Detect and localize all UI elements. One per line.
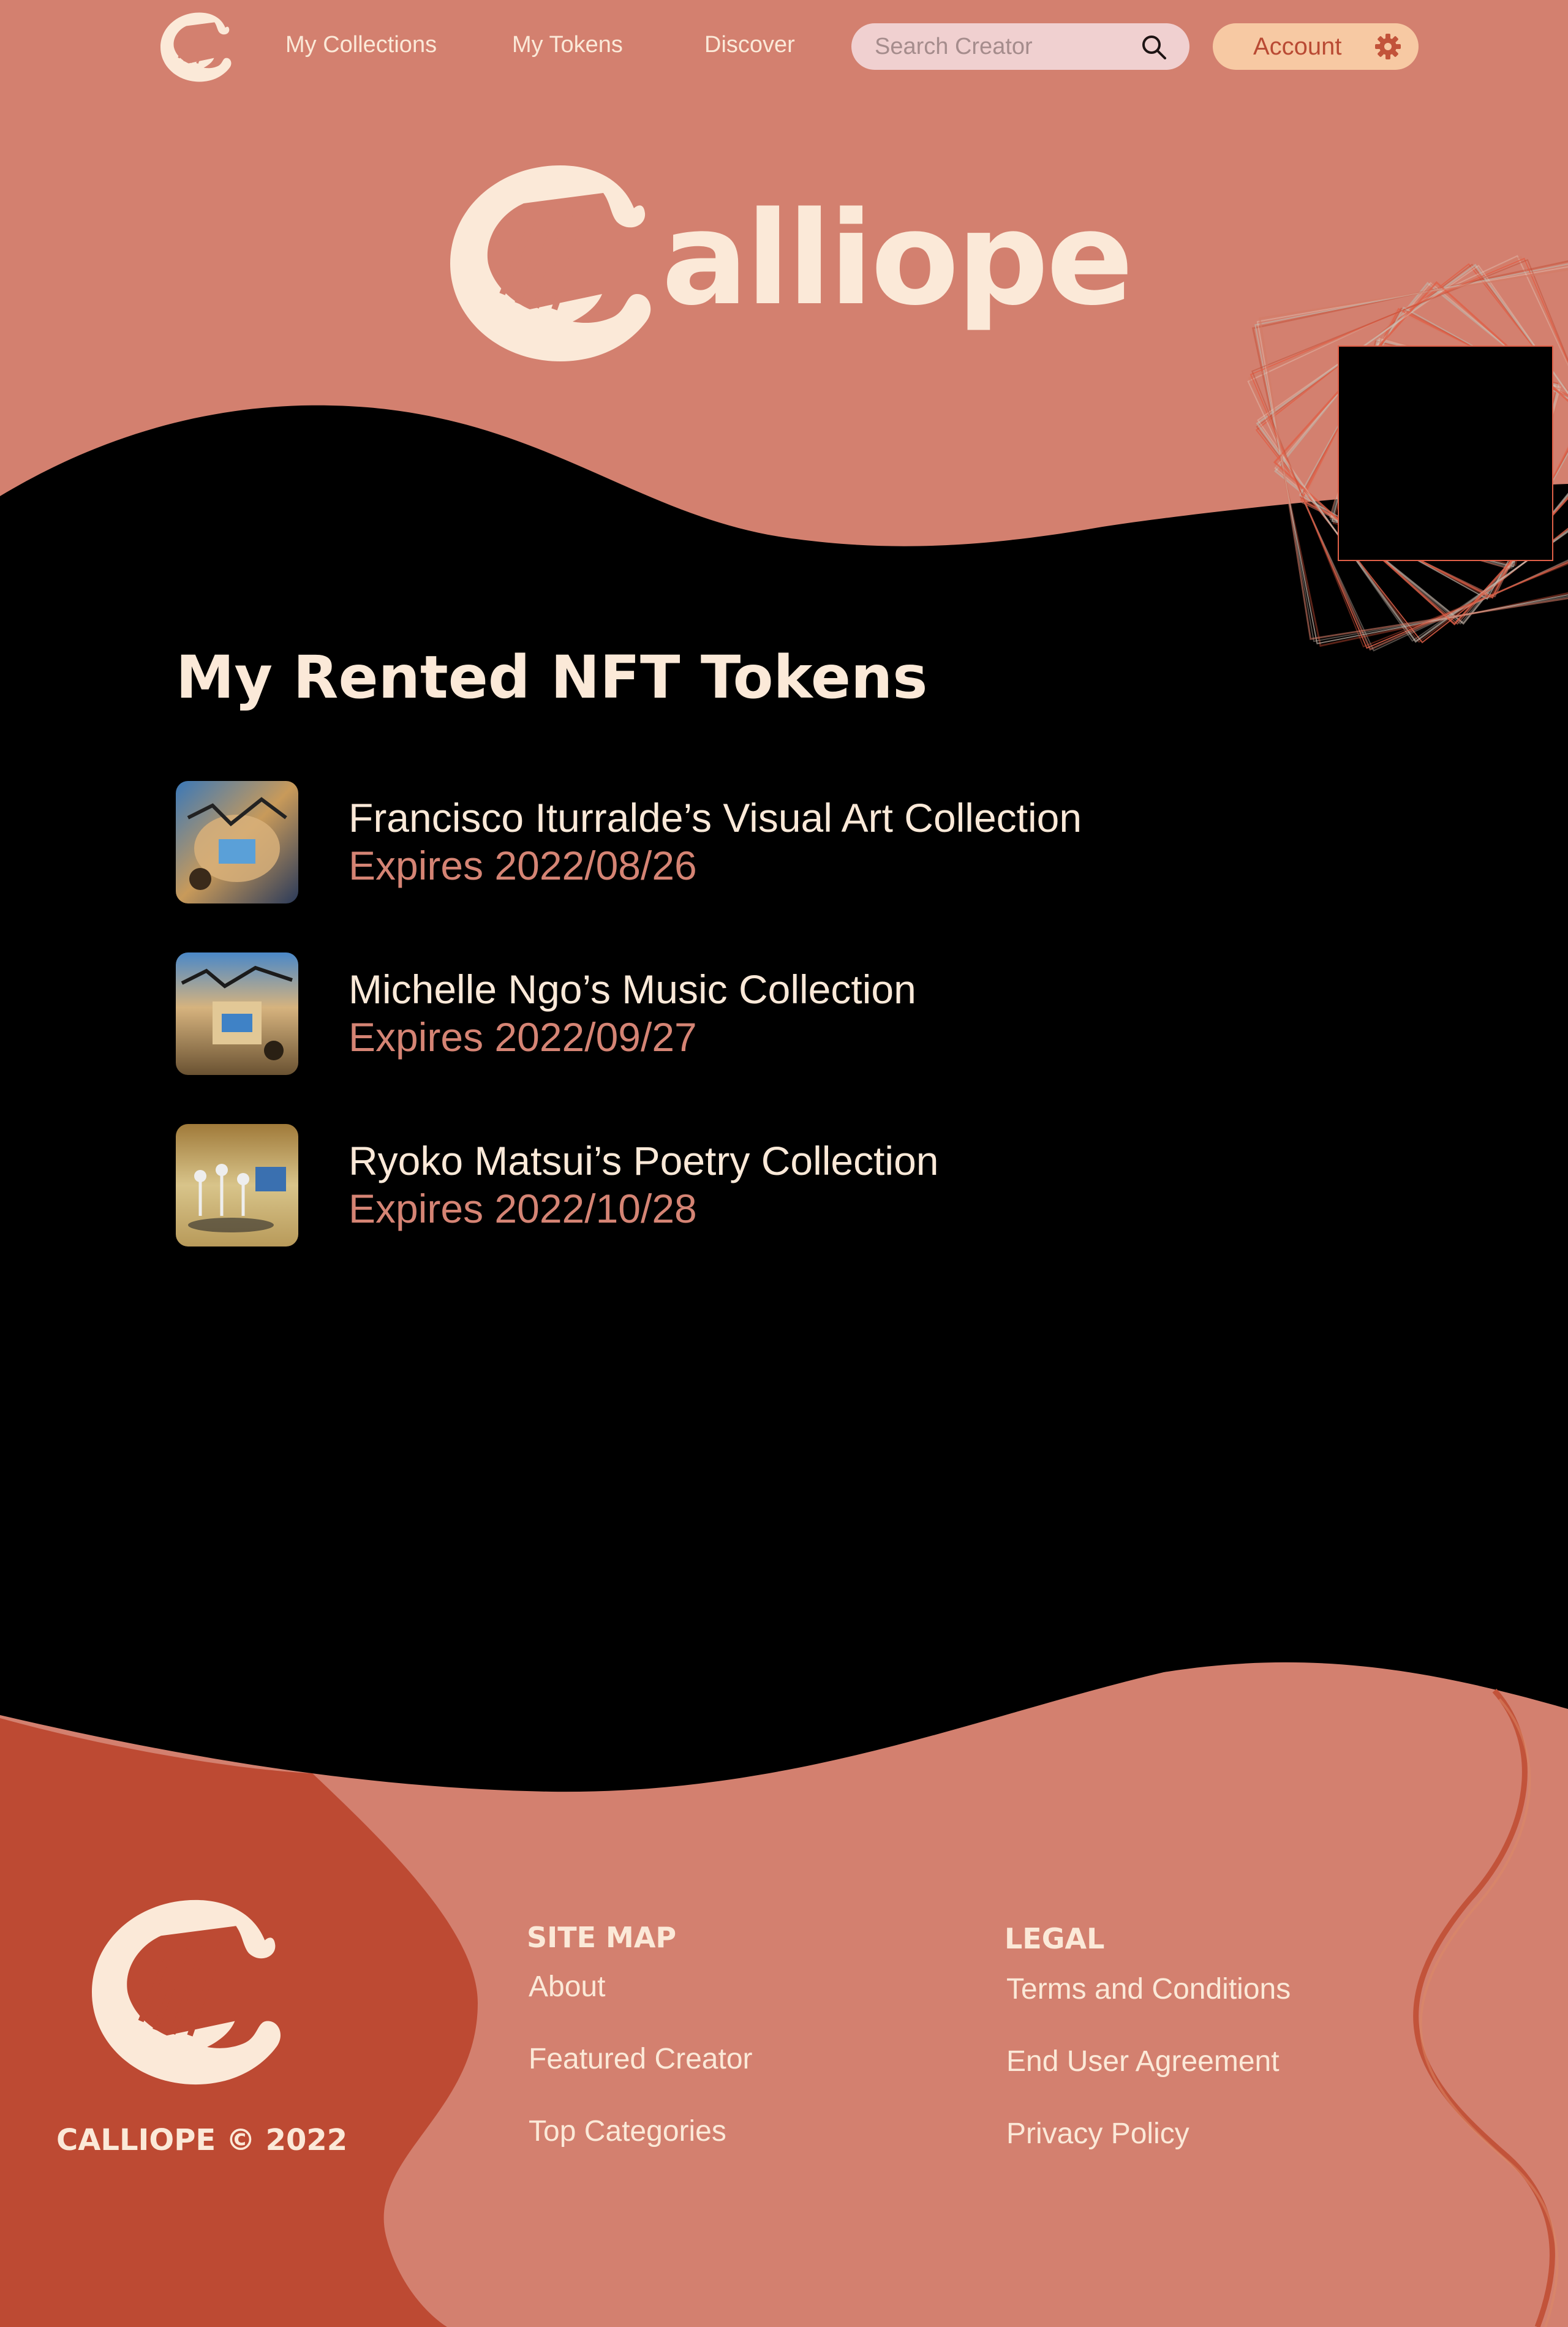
sitemap-heading: SITE MAP [527,1921,677,1954]
token-expiry: Expires 2022/08/26 [349,843,697,888]
search-box [851,23,1189,70]
calliope-logo-icon [450,165,651,361]
account-button[interactable]: Account [1213,23,1419,70]
footer-link-top-categories[interactable]: Top Categories [529,2114,726,2148]
page-title: My Rented NFT Tokens [176,643,928,712]
gear-icon [1375,34,1401,59]
token-name: Ryoko Matsui’s Poetry Collection [349,1138,939,1183]
calliope-wordmark: alliope [662,184,1134,334]
token-name: Francisco Iturralde’s Visual Art Collect… [349,795,1082,840]
search-icon[interactable] [1140,34,1167,61]
token-expiry: Expires 2022/09/27 [349,1014,697,1060]
copyright: CALLIOPE © 2022 [56,2123,348,2157]
nav-discover[interactable]: Discover [704,32,795,58]
token-thumbnail [176,952,298,1075]
nav-my-collections[interactable]: My Collections [285,32,437,58]
token-name: Michelle Ngo’s Music Collection [349,967,916,1012]
footer-link-featured-creator[interactable]: Featured Creator [529,2042,753,2076]
token-thumbnail [176,1124,298,1246]
footer-link-eula[interactable]: End User Agreement [1006,2045,1280,2078]
token-thumbnail [176,781,298,903]
spirograph-core [1338,345,1553,561]
token-expiry: Expires 2022/10/28 [349,1186,697,1231]
token-item[interactable]: Michelle Ngo’s Music Collection Expires … [176,952,1217,1075]
token-item[interactable]: Ryoko Matsui’s Poetry Collection Expires… [176,1124,1217,1246]
footer-link-privacy[interactable]: Privacy Policy [1006,2117,1189,2151]
harp-logo-icon[interactable] [160,11,234,83]
account-label: Account [1253,33,1342,60]
footer-link-about[interactable]: About [529,1970,605,2004]
nav-my-tokens[interactable]: My Tokens [512,32,623,58]
top-navigation: My Collections My Tokens Discover Accoun… [0,0,1568,92]
legal-heading: LEGAL [1005,1922,1105,1955]
token-item[interactable]: Francisco Iturralde’s Visual Art Collect… [176,781,1217,903]
footer-harp-logo-icon [92,1899,281,2085]
footer-link-terms[interactable]: Terms and Conditions [1006,1972,1291,2006]
search-input[interactable] [875,23,1132,70]
